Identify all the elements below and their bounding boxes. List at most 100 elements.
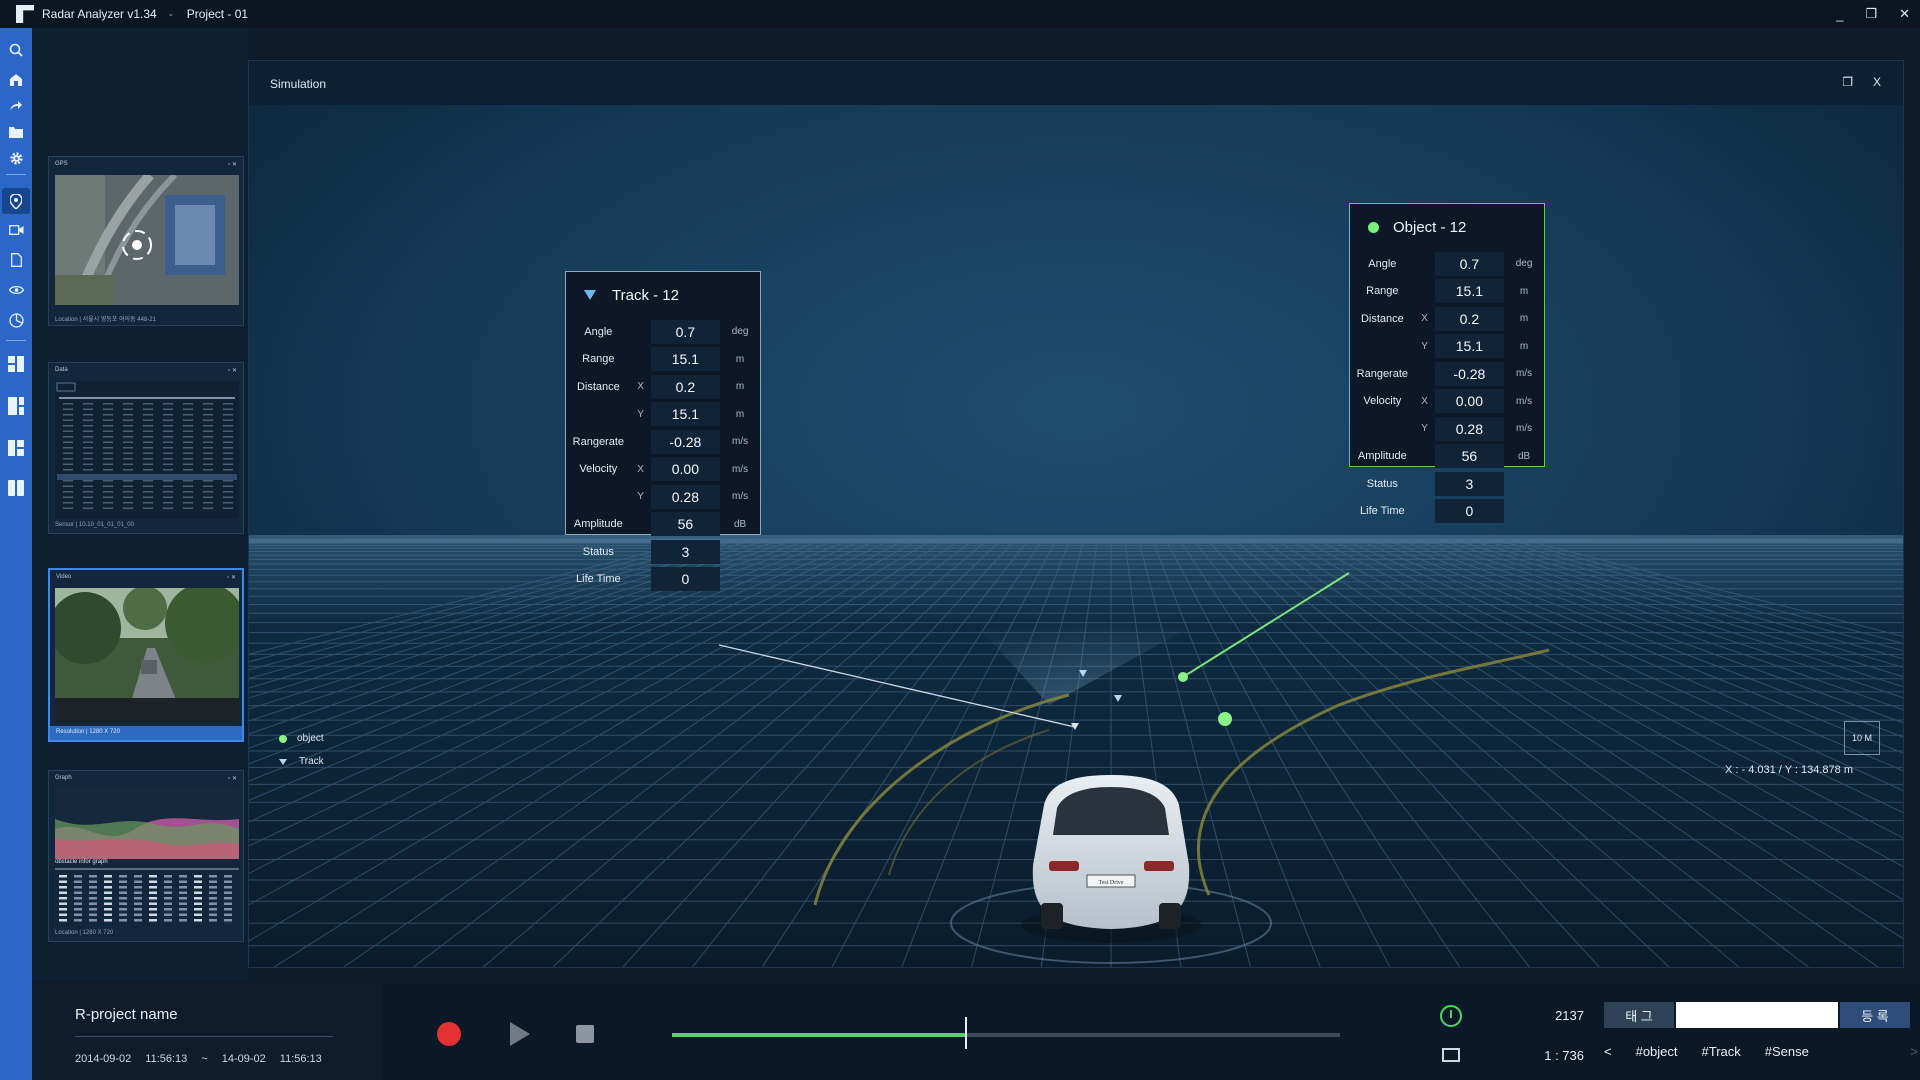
row-value: 0.2: [650, 374, 721, 399]
simulation-restore-button[interactable]: ❐: [1842, 75, 1853, 89]
restore-button[interactable]: ❐: [1865, 6, 1877, 22]
app-title: Radar Analyzer v1.34: [42, 7, 157, 21]
end-time: 11:56:13: [279, 1053, 322, 1065]
thumbnail-graph[interactable]: Graph ▫ ✕ obstacle infor graph Location |…: [48, 770, 244, 942]
row-value: 3: [650, 539, 721, 564]
thumbnail-window-icons: ▫ ✕: [228, 162, 237, 168]
info-row: Distance X 0.2 m: [1350, 305, 1544, 333]
timeline-scrubber[interactable]: [964, 1017, 967, 1049]
map-preview: [55, 175, 239, 305]
eye-icon[interactable]: [6, 280, 26, 300]
row-unit: m: [735, 381, 745, 393]
row-value: 0.7: [650, 319, 721, 344]
playback-timeline[interactable]: [672, 1017, 1340, 1049]
row-unit: m/s: [1516, 423, 1533, 435]
thumbnail-title: Data: [55, 367, 68, 373]
gear-icon[interactable]: [6, 148, 26, 168]
minimize-button[interactable]: _: [1836, 7, 1843, 22]
row-label: Amplitude: [573, 518, 623, 531]
video-camera-icon[interactable]: [6, 220, 26, 240]
layout-columns-icon[interactable]: [6, 478, 26, 498]
info-row: Y 15.1 m: [1350, 333, 1544, 361]
row-value: 0: [650, 567, 721, 592]
radar-3d-scene[interactable]: Test Drive: [249, 105, 1904, 968]
play-button[interactable]: [510, 1022, 530, 1046]
track-info-panel: Track - 12 Angle 0.7 deg Range 15.1 m Distance…: [565, 271, 761, 592]
thumbnail-video[interactable]: Video ▫ ✕ Resolution | 1280 X 720: [48, 568, 244, 742]
row-axis: X: [1421, 313, 1428, 325]
row-value: 0.28: [650, 484, 721, 509]
location-pin-icon[interactable]: [2, 188, 30, 214]
row-unit: m: [735, 353, 745, 365]
legend-object-label: object: [297, 733, 324, 744]
object-dot-icon: [1368, 221, 1379, 233]
row-unit: dB: [1517, 450, 1531, 462]
video-preview: [55, 588, 239, 722]
bottom-bar: R-project name 2014-09-02 11:56:13 ~ 14-…: [32, 984, 1920, 1080]
ego-vehicle: [1021, 775, 1201, 943]
layout-tiles-icon[interactable]: [6, 438, 26, 458]
info-row: Status 3: [1350, 470, 1544, 498]
object-marker-selected[interactable]: [1178, 672, 1188, 682]
chart-icon[interactable]: [6, 310, 26, 330]
object-dot-icon: [279, 734, 287, 743]
row-value: 56: [1434, 444, 1505, 469]
thumbnail-title: Video: [56, 574, 72, 580]
object-info-panel: Object - 12 Angle 0.7 deg Range 15.1 m Distanc…: [1349, 203, 1545, 524]
simulation-close-button[interactable]: X: [1873, 75, 1881, 89]
tag-area: 태 그 등 록 < #object #Track #Sense >: [1596, 984, 1920, 1080]
thumbnail-data[interactable]: Data ▫ ✕ Sensor | 10.10_01_01_01_00: [48, 362, 244, 534]
timeline-progress: [672, 1033, 966, 1037]
document-icon[interactable]: [6, 250, 26, 270]
row-unit: deg: [1515, 258, 1533, 270]
row-label: Rangerate: [1356, 367, 1409, 380]
tag-chip[interactable]: #Track: [1702, 1044, 1741, 1059]
range-separator: ~: [201, 1053, 208, 1065]
info-row: Range 15.1 m: [1350, 278, 1544, 306]
thumbnail-gps[interactable]: GPS ▫ ✕ Location | 서울시 영등포 여의동 448-21: [48, 156, 244, 326]
tag-list: < #object #Track #Sense: [1604, 1044, 1809, 1059]
row-unit: m/s: [1516, 368, 1533, 380]
info-row: Life Time 0: [566, 566, 760, 594]
row-label: Rangerate: [572, 435, 625, 448]
object-marker[interactable]: [1218, 712, 1232, 726]
legend-track: Track: [279, 756, 324, 767]
close-button[interactable]: ✕: [1899, 6, 1910, 22]
playback-stats: 2137 1 : 736: [1422, 984, 1622, 1080]
row-unit: m: [735, 408, 745, 420]
row-unit: m/s: [732, 463, 749, 475]
row-axis: Y: [1421, 423, 1428, 435]
row-value: 0: [1434, 499, 1505, 524]
simulation-header: Simulation ❐ X: [249, 61, 1903, 105]
tag-next-arrow[interactable]: >: [1910, 1044, 1918, 1059]
row-unit: dB: [733, 518, 747, 530]
row-axis: X: [1421, 395, 1428, 407]
row-value: 15.1: [1434, 279, 1505, 304]
record-button[interactable]: [437, 1022, 461, 1046]
tag-prev-arrow[interactable]: <: [1604, 1044, 1612, 1059]
tag-chip[interactable]: #Sense: [1765, 1044, 1809, 1059]
date-range: 2014-09-02 11:56:13 ~ 14-09-02 11:56:13: [75, 1053, 336, 1065]
info-row: Amplitude 56 dB: [1350, 443, 1544, 471]
layout-split-icon[interactable]: [6, 396, 26, 416]
title-separator: -: [168, 7, 173, 21]
info-row: Amplitude 56 dB: [566, 511, 760, 539]
layout-grid-icon[interactable]: [6, 354, 26, 374]
row-value: 0.7: [1434, 251, 1505, 276]
search-icon[interactable]: [6, 40, 26, 60]
register-button[interactable]: 등 록: [1840, 1002, 1910, 1028]
info-row: Rangerate -0.28 m/s: [1350, 360, 1544, 388]
row-label: Velocity: [579, 463, 618, 476]
thumbnail-footer: Sensor | 10.10_01_01_01_00: [55, 522, 134, 528]
project-name: R-project name: [75, 1006, 178, 1023]
folder-icon[interactable]: [6, 122, 26, 142]
share-icon[interactable]: [6, 96, 26, 116]
tag-chip[interactable]: #object: [1636, 1044, 1678, 1059]
stop-button[interactable]: [576, 1025, 594, 1043]
home-icon[interactable]: [6, 70, 26, 90]
info-row: Y 0.28 m/s: [566, 483, 760, 511]
row-label: Distance: [576, 380, 620, 393]
tag-input[interactable]: [1676, 1002, 1838, 1028]
info-row: Y 0.28 m/s: [1350, 415, 1544, 443]
start-time: 11:56:13: [145, 1053, 188, 1065]
